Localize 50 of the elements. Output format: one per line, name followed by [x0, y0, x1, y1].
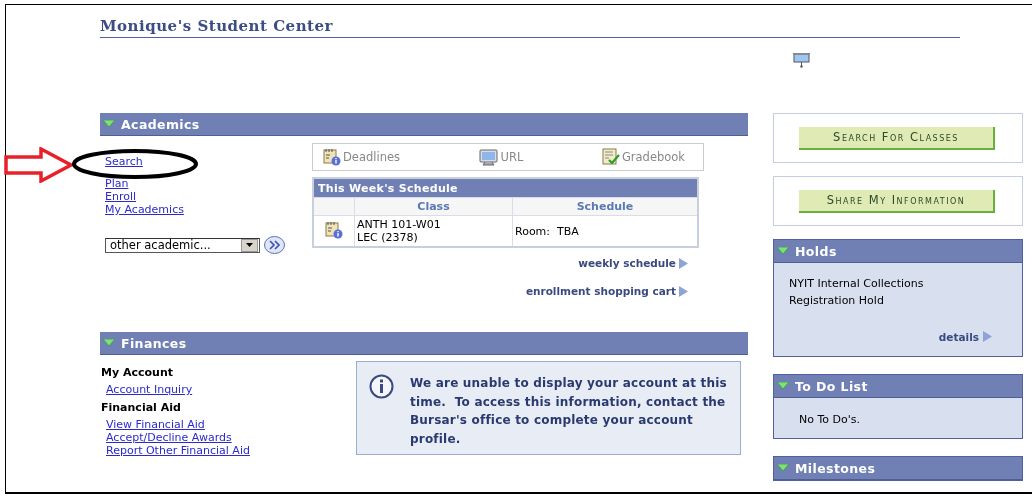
nav-link[interactable]: Plan	[105, 177, 129, 190]
group-heading: Financial Aid	[101, 401, 182, 414]
checklist-icon	[601, 148, 620, 166]
todo-item: No To Do's.	[799, 413, 861, 426]
nav-link[interactable]: My Academics	[105, 203, 184, 216]
section-title: Holds	[795, 243, 837, 259]
section-title: Finances	[121, 335, 187, 351]
page-title: Monique's Student Center	[100, 17, 333, 35]
nav-link[interactable]: Enroll	[105, 190, 137, 203]
more-link[interactable]: enrollment shopping cart	[525, 285, 688, 298]
calendar-info-icon	[323, 148, 341, 166]
section-title: Academics	[121, 116, 200, 132]
quick-link[interactable]: Deadlines	[323, 148, 401, 166]
details-link[interactable]: details	[938, 331, 992, 344]
info-icon	[369, 374, 394, 399]
section-title: Milestones	[795, 460, 876, 476]
collapse-triangle-icon[interactable]	[777, 382, 789, 390]
caret-icon	[246, 243, 253, 247]
column-header: Class	[354, 197, 513, 216]
monitor-icon	[478, 148, 499, 166]
table-cell: ANTH 101-W01 LEC (2378)	[354, 215, 513, 247]
collapse-triangle-icon[interactable]	[777, 247, 789, 255]
notice-message: We are unable to display your account at this time. To access this information, contact the Bursar's office to complete your account profile.	[410, 375, 728, 448]
collapse-triangle-icon[interactable]	[103, 339, 115, 347]
finance-link[interactable]: Accept/Decline Awards	[106, 431, 232, 444]
hold-item: NYIT Internal Collections	[789, 276, 924, 292]
calendar-info-icon	[325, 220, 343, 239]
finance-link[interactable]: Report Other Financial Aid	[106, 444, 250, 457]
projector-screen-icon[interactable]	[793, 52, 810, 68]
column-header: Schedule	[512, 197, 698, 216]
collapse-triangle-icon[interactable]	[103, 120, 115, 128]
go-icon[interactable]	[264, 236, 285, 254]
play-triangle-icon	[679, 286, 688, 297]
section-title: To Do List	[795, 378, 868, 394]
nav-link[interactable]: Search	[105, 155, 143, 168]
dropdown-field[interactable]: other academic...	[105, 237, 260, 253]
action-button[interactable]: Search For Classes	[799, 126, 995, 150]
hold-item: Registration Hold	[789, 293, 884, 309]
group-heading: My Account	[101, 366, 174, 379]
table-title: This Week's Schedule	[313, 178, 698, 198]
quick-link[interactable]: URL	[478, 148, 524, 166]
more-link[interactable]: weekly schedule	[578, 257, 688, 270]
play-triangle-icon	[983, 331, 992, 342]
finance-link[interactable]: View Financial Aid	[106, 418, 205, 431]
finance-link[interactable]: Account Inquiry	[106, 383, 193, 396]
quick-link[interactable]: Gradebook	[601, 148, 685, 166]
play-triangle-icon	[679, 258, 688, 269]
arrow-annotation	[3, 147, 75, 183]
collapse-triangle-icon[interactable]	[777, 464, 789, 472]
action-button[interactable]: Share My Information	[799, 189, 995, 213]
